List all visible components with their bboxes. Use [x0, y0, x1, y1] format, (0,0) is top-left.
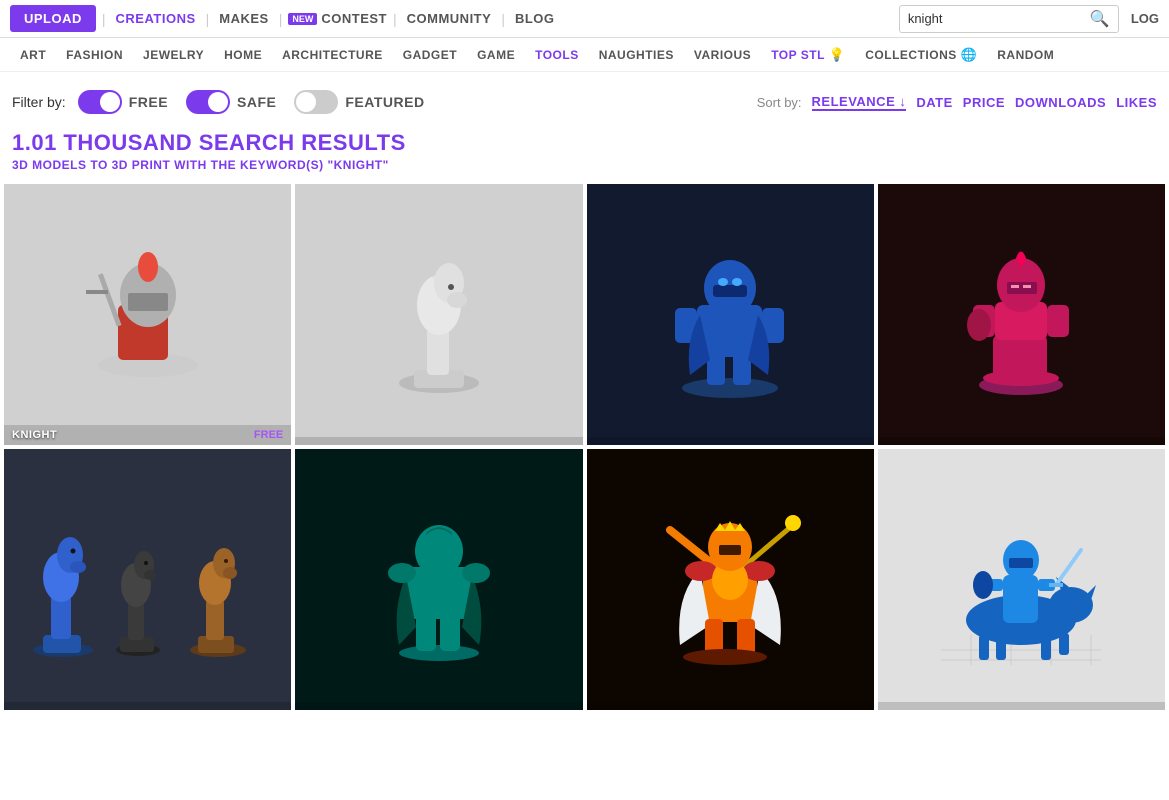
featured-label: FEATURED — [345, 94, 424, 110]
item-1-badge: FREE — [254, 429, 283, 441]
item-7-label — [587, 702, 874, 710]
cat-various[interactable]: VARIOUS — [684, 48, 761, 62]
sep5: | — [501, 11, 505, 27]
category-navigation: ART FASHION JEWELRY HOME ARCHITECTURE GA… — [0, 38, 1169, 72]
item-4-label — [878, 437, 1165, 445]
item-1-name: KNIGHT — [12, 429, 57, 441]
item-6-thumb — [295, 449, 582, 710]
log-button[interactable]: LOG — [1131, 11, 1159, 26]
free-toggle-group: FREE — [78, 90, 168, 114]
featured-toggle-group: FEATURED — [294, 90, 424, 114]
free-label: FREE — [129, 94, 168, 110]
sort-date[interactable]: DATE — [916, 95, 952, 110]
nav-creations[interactable]: CREATIONS — [112, 11, 200, 26]
safe-toggle-group: SAFE — [186, 90, 276, 114]
free-toggle[interactable] — [78, 90, 122, 114]
globe-icon: 🌐 — [961, 47, 978, 62]
sort-price[interactable]: PRICE — [963, 95, 1005, 110]
nav-makes[interactable]: MAKES — [215, 11, 272, 26]
cat-random[interactable]: RANDOM — [987, 48, 1064, 62]
cat-fashion[interactable]: FASHION — [56, 48, 133, 62]
top-navigation: UPLOAD | CREATIONS | MAKES | NEW CONTEST… — [0, 0, 1169, 38]
sep2: | — [206, 11, 210, 27]
grid-item-2[interactable] — [295, 184, 582, 445]
sort-downloads[interactable]: DOWNLOADS — [1015, 95, 1106, 110]
cat-architecture[interactable]: ARCHITECTURE — [272, 48, 393, 62]
search-box: 🔍 — [899, 5, 1119, 33]
new-badge: NEW — [288, 13, 317, 25]
bulb-icon: 💡 — [829, 47, 846, 62]
cat-home[interactable]: HOME — [214, 48, 272, 62]
free-toggle-thumb — [100, 92, 120, 112]
item-7-thumb — [587, 449, 874, 710]
grid-item-8[interactable] — [878, 449, 1165, 710]
grid-item-7[interactable] — [587, 449, 874, 710]
sort-likes[interactable]: LIKES — [1116, 95, 1157, 110]
cat-jewelry[interactable]: JEWELRY — [133, 48, 214, 62]
safe-toggle-thumb — [208, 92, 228, 112]
results-subtitle: 3D MODELS TO 3D PRINT WITH THE KEYWORD(S… — [12, 158, 1157, 172]
item-2-label — [295, 437, 582, 445]
sort-area: Sort by: RELEVANCE ↓ DATE PRICE DOWNLOAD… — [757, 94, 1157, 111]
featured-toggle[interactable] — [294, 90, 338, 114]
safe-label: SAFE — [237, 94, 276, 110]
cat-tools[interactable]: TOOLS — [525, 48, 589, 62]
cat-gadget[interactable]: GADGET — [393, 48, 467, 62]
upload-button[interactable]: UPLOAD — [10, 5, 96, 32]
featured-toggle-thumb — [296, 92, 316, 112]
item-8-label — [878, 702, 1165, 710]
sort-relevance[interactable]: RELEVANCE ↓ — [812, 94, 907, 111]
grid-item-1[interactable]: KNIGHT FREE — [4, 184, 291, 445]
item-4-thumb — [878, 184, 1165, 445]
grid-item-4[interactable] — [878, 184, 1165, 445]
safe-toggle[interactable] — [186, 90, 230, 114]
nav-contest[interactable]: CONTEST — [321, 11, 387, 26]
results-count: 1.01 THOUSAND SEARCH RESULTS — [12, 130, 1157, 156]
grid-item-6[interactable] — [295, 449, 582, 710]
grid-item-5[interactable] — [4, 449, 291, 710]
item-5-thumb — [4, 449, 291, 710]
filter-label: Filter by: — [12, 94, 66, 110]
search-input[interactable] — [908, 11, 1090, 26]
search-icon[interactable]: 🔍 — [1090, 9, 1110, 29]
cat-collections[interactable]: COLLECTIONS 🌐 — [855, 47, 987, 63]
item-1-label: KNIGHT FREE — [4, 425, 291, 445]
cat-naughties[interactable]: NAUGHTIES — [589, 48, 684, 62]
results-header: 1.01 THOUSAND SEARCH RESULTS 3D MODELS T… — [0, 124, 1169, 184]
results-grid: KNIGHT FREE — [0, 184, 1169, 710]
item-5-label — [4, 702, 291, 710]
sort-label: Sort by: — [757, 95, 802, 110]
sep1: | — [102, 11, 106, 27]
filter-bar: Filter by: FREE SAFE FEATURED Sort by: R… — [0, 72, 1169, 124]
item-3-thumb — [587, 184, 874, 445]
item-2-thumb — [295, 184, 582, 445]
grid-item-3[interactable] — [587, 184, 874, 445]
item-1-thumb — [4, 184, 291, 445]
item-6-label — [295, 702, 582, 710]
sep3: | — [279, 11, 283, 27]
sep4: | — [393, 11, 397, 27]
nav-blog[interactable]: BLOG — [511, 11, 559, 26]
cat-game[interactable]: GAME — [467, 48, 525, 62]
cat-art[interactable]: ART — [10, 48, 56, 62]
item-8-thumb — [878, 449, 1165, 710]
item-3-label — [587, 437, 874, 445]
nav-community[interactable]: COMMUNITY — [403, 11, 496, 26]
cat-top-stl[interactable]: TOP STL 💡 — [761, 47, 855, 63]
